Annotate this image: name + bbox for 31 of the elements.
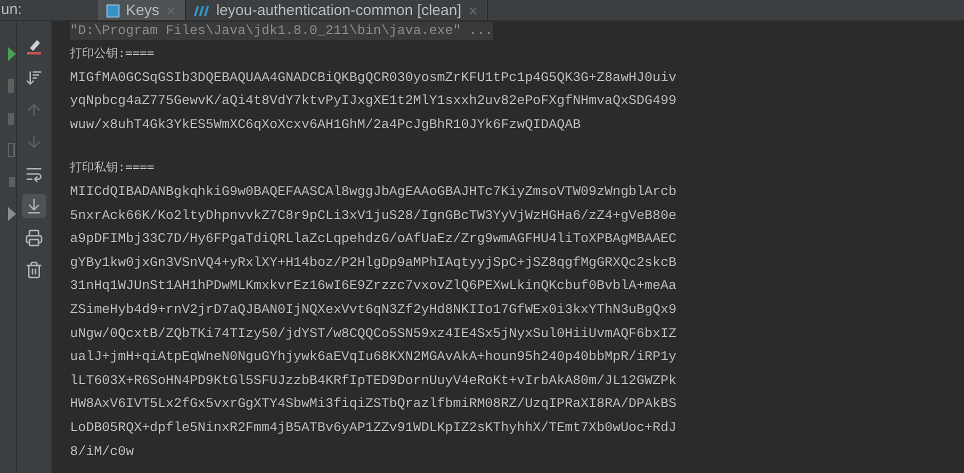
run-tab[interactable]: Keys bbox=[98, 0, 186, 20]
console-line: uNgw/0QcxtB/ZQbTKi74TIzy50/jdYST/w8CQQCo5SN59xz4IE4Sx5jNyxSul0HiiUvmAQF6bxIZ bbox=[70, 326, 676, 341]
console-line: ualJ+jmH+qiAtpEqWneN0NguGYhjywk6aEVqIu68KXN2MGAvAkA+houn95h240p40bbMpR/iRP1y bbox=[70, 349, 676, 364]
sort-icon[interactable] bbox=[25, 69, 43, 87]
console-line: 8/iM/c0w bbox=[70, 444, 134, 458]
console-line: ZSimeHyb4d9+rnV2jrD7aQJBAN0IjNQXexVvt6qN3Zf2yHd8NKIIo17GfWEx0i3kxYThN3uBgQx9 bbox=[70, 302, 676, 317]
console-line: LoDB05RQX+dpfle5NinxR2Fmm4jB5ATBv6yAP1ZZv91WDLKpIZ2sKThyhhX/TEmt7Xb0wUoc+RdJ bbox=[70, 420, 676, 435]
scroll-to-end-button[interactable] bbox=[22, 194, 46, 218]
trash-icon[interactable] bbox=[25, 261, 43, 279]
close-icon[interactable] bbox=[467, 4, 480, 16]
console-line: MIGfMA0GCSqGSIb3DQEBAQUAA4GNADCBiQKBgQCR030yosmZrKFU1tPc1p4G5QK3G+Z8awHJ0uiv bbox=[70, 70, 676, 85]
clear-all-icon[interactable] bbox=[25, 37, 43, 55]
console-line: lLT603X+R6SoHN4PD9KtGl5SFUJzzbB4KRfIpTED9DornUuyV4eRoKt+vIrbAkA80m/JL12GWZPk bbox=[70, 372, 676, 388]
maven-icon bbox=[194, 4, 210, 16]
class-file-icon bbox=[106, 4, 120, 18]
console-line: yqNpbcg4aZ775GewvK/aQi4t8VdY7ktvPyIJxgXE1t2MlY1sxxh2uv82ePoFXgfNHmvaQxSDG499 bbox=[70, 93, 676, 108]
console-line: a9pDFIMbj33C7D/Hy6FPgaTdiQRLlaZcLqpehdzG/oAfUaEz/Zrg9wmAGFHU4liToXPBAgMBAAEC bbox=[70, 231, 676, 246]
console-line: gYBy1kw0jxGn3VSnVQ4+yRxlXY+H14boz/P2HlgDp9aMPhIAqtyyjSpC+jSZ8qgfMgGRXQc2skcB bbox=[70, 254, 676, 270]
console-line: HW8AxV6IVT5Lx2fGx5vxrGgXTY4SbwMi3fiqiZSTbQrazlfbmiRM08RZ/UzqIPRaXI8RA/DPAkBS bbox=[70, 396, 676, 412]
console-line: MIICdQIBADANBgkqhkiG9w0BAQEFAASCAl8wggJbAgEAAoGBAJHTc7KiyZmsoVTW09zWngblArcb bbox=[70, 184, 676, 199]
scroll-to-end-icon bbox=[25, 197, 43, 215]
tool-window-label: un: bbox=[1, 1, 22, 19]
console-line: 31nHq1WJUnSt1AH1hPDwMLKmxkvrEz16wI6E9Zrzzc7vxovZlQ6PEXwLkinQKcbuf0BvblA+meAa bbox=[70, 278, 676, 294]
console-line: wuw/x8uhT4Gk3YkES5WmXC6qXoXcxv6AH1GhM/2a4PcJgBhR10JYk6FzwQIDAQAB bbox=[70, 116, 581, 132]
console-line: 5nxrAck66K/Ko2ltyDhpnvvkZ7C8r9pCLi3xV1juS28/IgnGBcTW3YyVjWzHGHa6/zZ4+gVeB80e bbox=[70, 208, 676, 223]
tab-label: Keys bbox=[126, 2, 160, 20]
console-heading: 打印私钥:==== bbox=[70, 160, 154, 174]
print-icon[interactable] bbox=[25, 229, 43, 247]
console-heading: 打印公钥:==== bbox=[70, 46, 154, 60]
tab-label: leyou-authentication-common [clean] bbox=[216, 2, 462, 20]
soft-wrap-icon[interactable] bbox=[25, 165, 43, 183]
